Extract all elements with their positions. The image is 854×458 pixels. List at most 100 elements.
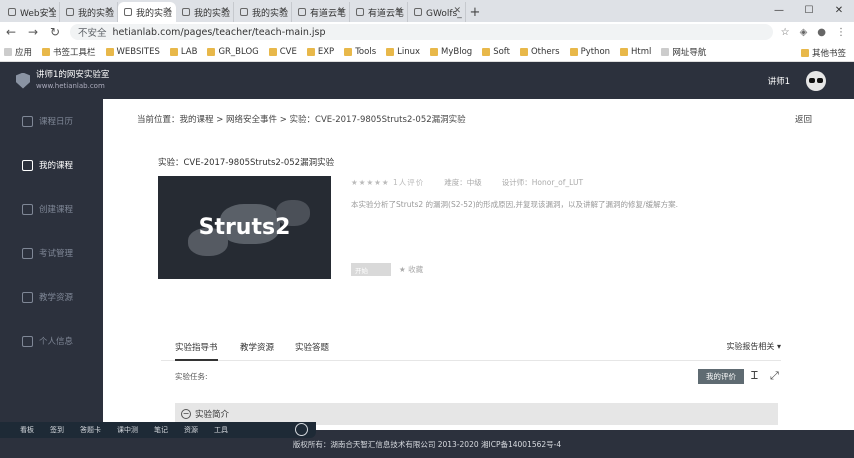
close-icon[interactable]: ✕ [395, 6, 403, 16]
url-field[interactable]: 不安全 hetianlab.com/pages/teacher/teach-ma… [70, 24, 773, 40]
report-dropdown[interactable]: 实验报告相关 ▾ [726, 341, 781, 352]
tab-favicon-icon [240, 8, 248, 16]
extension-icon[interactable]: ◈ [800, 27, 808, 38]
bookmark-item[interactable]: Linux [386, 47, 420, 57]
dock-item[interactable]: 课中测 [117, 425, 138, 435]
maximize-icon[interactable]: ☐ [794, 0, 824, 20]
sidebar-item-resources[interactable]: 教学资源 [0, 275, 103, 319]
bookmark-item[interactable]: LAB [169, 47, 197, 57]
close-icon[interactable]: ✕ [105, 6, 113, 16]
forward-arrow-icon[interactable]: → [26, 25, 40, 39]
close-icon[interactable]: ✕ [279, 6, 287, 16]
rating-stars[interactable]: ★★★★★ 1人评价 [351, 177, 424, 188]
folder-icon [42, 47, 51, 56]
folder-icon [569, 47, 578, 56]
exam-icon [22, 247, 33, 259]
avatar[interactable] [806, 71, 826, 91]
browser-tab[interactable]: 我的实验室✕ [176, 2, 234, 22]
bookmark-item[interactable]: EXP [306, 47, 334, 57]
dock-item[interactable]: 签到 [50, 425, 64, 435]
browser-toolbar-icons: ☆ ◈ ● ⋮ [781, 27, 850, 38]
user-menu[interactable]: 讲师1 [768, 71, 826, 91]
shield-icon [16, 72, 30, 89]
site-logo[interactable]: 讲师1的网安实验室 www.hetianlab.com [16, 70, 109, 92]
bookmark-item[interactable]: WEBSITES [105, 47, 160, 57]
tab-guide[interactable]: 实验指导书 [175, 341, 218, 361]
bookmark-item[interactable]: Tools [344, 47, 376, 57]
dock-item[interactable]: 笔记 [154, 425, 168, 435]
bookmark-item[interactable]: 网址导航 [661, 46, 706, 58]
close-icon[interactable]: ✕ [164, 6, 172, 16]
text-size-icon[interactable]: Ꮖ [751, 369, 758, 383]
sidebar-item-my-courses[interactable]: 我的课程 [0, 143, 103, 187]
tab-resources[interactable]: 教学资源 [240, 341, 274, 353]
close-icon[interactable]: ✕ [221, 6, 229, 16]
course-meta: ★★★★★ 1人评价 难度：中级 设计师：Honor_of_LUT [351, 177, 583, 188]
address-bar-row: ← → ↻ 不安全 hetianlab.com/pages/teacher/te… [0, 22, 854, 42]
close-icon[interactable]: ✕ [453, 6, 461, 16]
close-window-icon[interactable]: ✕ [824, 0, 854, 20]
bookmark-item[interactable]: Python [569, 47, 610, 57]
browser-tab[interactable]: 我的实验室✕ [234, 2, 292, 22]
reload-icon[interactable]: ↻ [48, 25, 62, 39]
bookmark-item[interactable]: 应用 [4, 46, 32, 58]
security-indicator[interactable]: 不安全 [78, 25, 107, 39]
new-tab-button[interactable]: + [466, 2, 484, 22]
menu-icon[interactable]: ⋮ [836, 27, 846, 38]
course-description: 本实验分析了Struts2 的漏洞(S2-52)的形成原因,并复现该漏洞，以及讲… [351, 200, 678, 209]
bookmark-item[interactable]: Others [519, 47, 560, 57]
power-icon[interactable] [295, 423, 308, 436]
tab-favicon-icon [356, 8, 364, 16]
floating-toolbar: 看板 签到 答题卡 课中测 笔记 资源 工具 [0, 422, 316, 438]
folder-icon [105, 47, 114, 56]
my-review-button[interactable]: 我的评价 [698, 369, 744, 384]
profile-icon[interactable]: ● [817, 27, 826, 38]
other-bookmarks[interactable]: 其他书签 [800, 47, 846, 59]
tab-answers[interactable]: 实验答题 [295, 341, 329, 353]
designer-label: 设计师：Honor_of_LUT [501, 178, 584, 187]
dock-item[interactable]: 看板 [20, 425, 34, 435]
close-icon[interactable]: ✕ [47, 6, 55, 16]
bookmark-item[interactable]: Html [620, 47, 651, 57]
dock-item[interactable]: 答题卡 [80, 425, 101, 435]
apps-icon [4, 47, 12, 56]
sidebar-item-exams[interactable]: 考试管理 [0, 231, 103, 275]
bookmark-item[interactable]: 书签工具栏 [42, 46, 96, 58]
dock-item[interactable]: 资源 [184, 425, 198, 435]
browser-tab[interactable]: GWolfs_4月2✕ [408, 2, 466, 22]
sidebar-item-create-course[interactable]: 创建课程 [0, 187, 103, 231]
browser-tab[interactable]: 有道云笔记✕ [350, 2, 408, 22]
back-link[interactable]: 返回 [795, 113, 812, 125]
bookmark-item[interactable]: MyBlog [430, 47, 472, 57]
back-arrow-icon[interactable]: ← [4, 25, 18, 39]
folder-icon [482, 47, 491, 56]
browser-tab[interactable]: Web安全中级✕ [2, 2, 60, 22]
tab-favicon-icon [298, 8, 306, 16]
bookmark-item[interactable]: GR_BLOG [207, 47, 259, 57]
browser-tab[interactable]: 我的实验室✕ [60, 2, 118, 22]
folder-icon [169, 47, 178, 56]
resource-icon [22, 291, 33, 303]
star-icon[interactable]: ☆ [781, 27, 790, 38]
start-button[interactable]: 开始 [351, 263, 391, 276]
tab-favicon-icon [414, 8, 422, 16]
fullscreen-icon[interactable]: ⤢ [770, 369, 779, 383]
sidebar-item-profile[interactable]: 个人信息 [0, 319, 103, 363]
browser-tab-active[interactable]: 我的实验室✕ [118, 2, 176, 22]
browser-tab[interactable]: 有道云笔记✕ [292, 2, 350, 22]
sidebar-item-calendar[interactable]: 课程日历 [0, 99, 103, 143]
task-label: 实验任务: [175, 372, 208, 381]
minimize-icon[interactable]: — [764, 0, 794, 20]
user-name[interactable]: 讲师1 [768, 75, 790, 87]
close-icon[interactable]: ✕ [337, 6, 345, 16]
sidebar: 课程日历 我的课程 创建课程 考试管理 教学资源 个人信息 [0, 99, 103, 430]
folder-icon [620, 47, 629, 56]
folder-icon [207, 47, 216, 56]
dock-item[interactable]: 工具 [214, 425, 228, 435]
folder-icon [306, 47, 315, 56]
bookmarks-bar: 应用 书签工具栏 WEBSITES LAB GR_BLOG CVE EXP To… [0, 42, 854, 62]
collect-button[interactable]: ★ 收藏 [399, 264, 423, 275]
bookmark-item[interactable]: CVE [268, 47, 297, 57]
tab-favicon-icon [182, 8, 190, 16]
bookmark-item[interactable]: Soft [482, 47, 510, 57]
